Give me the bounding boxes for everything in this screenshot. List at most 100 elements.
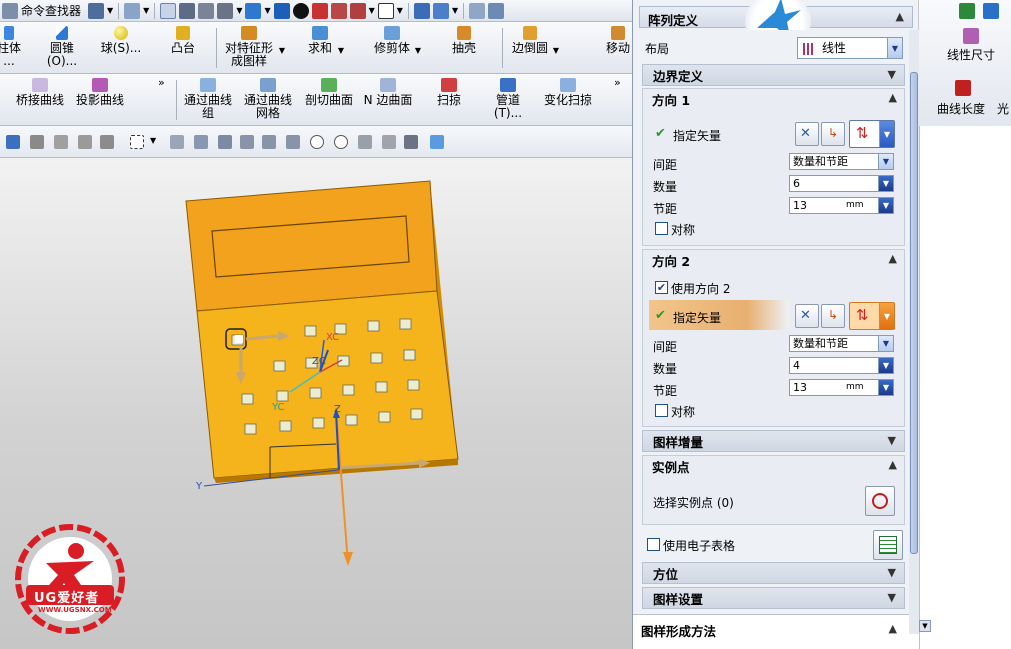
- scrollbar-thumb[interactable]: [910, 72, 918, 554]
- use-direction2-checkbox[interactable]: ✔: [655, 281, 668, 294]
- binoculars-icon[interactable]: [2, 2, 18, 19]
- curve-mesh-tool[interactable]: 通过曲线 网格: [243, 78, 293, 122]
- inferred-vector-button[interactable]: ↳: [821, 304, 845, 328]
- view-orient-icon[interactable]: [179, 2, 196, 19]
- shell-tool[interactable]: 抽壳: [449, 26, 479, 70]
- chevron-up-icon[interactable]: ▲: [889, 458, 897, 471]
- layer-icon[interactable]: [349, 2, 366, 19]
- chevron-down-icon[interactable]: ▼: [279, 44, 285, 57]
- trim-body-tool[interactable]: 修剪体 ▼: [372, 26, 421, 70]
- unite-tool[interactable]: 求和 ▼: [305, 26, 344, 70]
- sphere-tool[interactable]: 球(S)...: [96, 26, 146, 70]
- dir2-pitch-input[interactable]: 13 mm ▼: [789, 379, 894, 396]
- snap-curve-icon[interactable]: [78, 135, 92, 149]
- grid-icon[interactable]: [469, 2, 486, 19]
- chevron-down-icon[interactable]: ▼: [888, 591, 896, 604]
- cylinder-tool[interactable]: 柱体 ...: [0, 26, 24, 70]
- face-icon[interactable]: [404, 135, 418, 149]
- overflow-icon[interactable]: »: [158, 76, 165, 89]
- chevron-down-icon[interactable]: ▼: [888, 566, 896, 579]
- reverse-direction-button[interactable]: ⇅ ▼: [849, 302, 895, 330]
- layout-select[interactable]: 线性 ▼: [797, 37, 903, 59]
- cube-select-icon[interactable]: [430, 135, 444, 149]
- linear-dim-label[interactable]: 线性尺寸: [947, 46, 995, 63]
- pattern-increment-header[interactable]: 图样增量 ▼: [642, 430, 905, 452]
- chevron-down-icon[interactable]: ▼: [878, 358, 893, 373]
- dir1-symmetric-checkbox[interactable]: [655, 222, 668, 235]
- chevron-up-icon[interactable]: ▲: [889, 252, 897, 265]
- direction1-header[interactable]: 方向 1 ▲: [642, 88, 905, 110]
- light-label[interactable]: 光: [997, 100, 1009, 117]
- vector-dialog-button[interactable]: ✕: [795, 304, 819, 328]
- chevron-down-icon[interactable]: ▼: [107, 6, 113, 15]
- sweep-tool[interactable]: 扫掠: [434, 78, 464, 122]
- snap-mid-icon[interactable]: [194, 135, 208, 149]
- chevron-down-icon[interactable]: ▼: [264, 6, 270, 15]
- solid-icon[interactable]: [30, 135, 44, 149]
- arrow-icon[interactable]: [983, 3, 999, 19]
- chevron-down-icon[interactable]: ▼: [879, 121, 894, 147]
- quadrant-icon[interactable]: [382, 135, 396, 149]
- variational-sweep-tool[interactable]: 变化扫掠: [542, 78, 594, 122]
- constraint-icon[interactable]: [959, 3, 975, 19]
- dialog-scrollbar[interactable]: [909, 30, 919, 634]
- overflow-icon[interactable]: »: [614, 76, 621, 89]
- chevron-down-icon[interactable]: ▼: [369, 6, 375, 15]
- section-multi-icon[interactable]: [330, 2, 347, 19]
- chevron-up-icon[interactable]: ▲: [889, 622, 897, 635]
- snap-end-icon[interactable]: [170, 135, 184, 149]
- pattern-feature-tool[interactable]: 对特征形 成图样 ▼: [222, 26, 285, 70]
- chevron-down-icon[interactable]: ▼: [888, 434, 896, 447]
- boundary-section-header[interactable]: 边界定义 ▼: [642, 64, 905, 86]
- cube-view-icon[interactable]: [245, 2, 262, 19]
- chevron-down-icon[interactable]: ▼: [143, 6, 149, 15]
- edit-icon[interactable]: [432, 2, 449, 19]
- chevron-up-icon[interactable]: ▲: [896, 10, 904, 23]
- chevron-down-icon[interactable]: ▼: [878, 380, 893, 395]
- chevron-down-icon[interactable]: ▼: [879, 303, 894, 329]
- tube-tool[interactable]: 管道 (T)...: [490, 78, 526, 122]
- chevron-down-icon[interactable]: ▼: [878, 176, 893, 191]
- plus-icon[interactable]: [358, 135, 372, 149]
- dir1-pitch-input[interactable]: 13 mm ▼: [789, 197, 894, 214]
- n-sided-surface-tool[interactable]: N 边曲面: [362, 78, 414, 122]
- chevron-down-icon[interactable]: ▼: [397, 6, 403, 15]
- center-icon[interactable]: [334, 135, 348, 149]
- line-icon[interactable]: [218, 135, 232, 149]
- view-fit-icon[interactable]: [198, 2, 215, 19]
- snap-face-icon[interactable]: [100, 135, 114, 149]
- circle-icon[interactable]: [310, 135, 324, 149]
- settings-icon[interactable]: [88, 2, 105, 19]
- chevron-down-icon[interactable]: ▼: [553, 44, 559, 57]
- table-icon[interactable]: [488, 2, 505, 19]
- reverse-direction-button[interactable]: ⇅ ▼: [849, 120, 895, 148]
- render-icon[interactable]: [217, 2, 234, 19]
- snap-icon[interactable]: [160, 2, 177, 19]
- curve-icon[interactable]: [262, 135, 276, 149]
- dir2-symmetric-checkbox[interactable]: [655, 404, 668, 417]
- boss-tool[interactable]: 凸台: [165, 26, 201, 70]
- cursor-icon[interactable]: [124, 2, 141, 19]
- chevron-down-icon[interactable]: ▼: [338, 44, 344, 57]
- bridge-curve-tool[interactable]: 桥接曲线: [14, 78, 66, 122]
- method-section-header[interactable]: 图样形成方法 ▲: [635, 619, 905, 641]
- select-box-icon[interactable]: [130, 135, 144, 149]
- chevron-down-icon[interactable]: ▼: [888, 68, 896, 81]
- orientation-header[interactable]: 方位 ▼: [642, 562, 905, 584]
- point-picker-button[interactable]: [865, 486, 895, 516]
- chevron-down-icon[interactable]: ▼: [452, 6, 458, 15]
- instance-points-header[interactable]: 实例点 ▲: [642, 455, 905, 477]
- shaded-cube-icon[interactable]: [273, 2, 290, 19]
- dir1-count-input[interactable]: 6 ▼: [789, 175, 894, 192]
- project-curve-tool[interactable]: 投影曲线: [74, 78, 126, 122]
- dir2-spacing-select[interactable]: 数量和节距 ▼: [789, 335, 894, 352]
- dir1-spacing-select[interactable]: 数量和节距 ▼: [789, 153, 894, 170]
- linear-dim-icon[interactable]: [963, 28, 979, 44]
- cone-tool[interactable]: 圆锥 (O)...: [44, 26, 80, 70]
- chevron-down-icon[interactable]: ▼: [887, 38, 902, 58]
- section-surface-tool[interactable]: 剖切曲面: [303, 78, 355, 122]
- shading-mode-icon[interactable]: [292, 2, 309, 19]
- direction2-header[interactable]: 方向 2 ▲: [642, 249, 905, 271]
- chevron-down-icon[interactable]: ▼: [878, 154, 893, 169]
- chevron-up-icon[interactable]: ▲: [889, 91, 897, 104]
